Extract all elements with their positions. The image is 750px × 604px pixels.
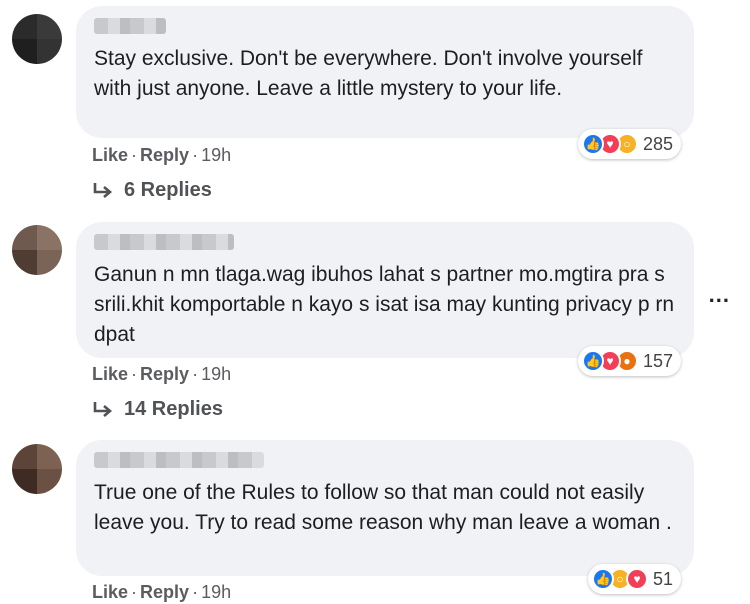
like-link[interactable]: Like — [92, 582, 128, 602]
comment-actions: Like · Reply · 19h — [92, 364, 232, 384]
reply-arrow-icon — [93, 182, 113, 198]
reactions-summary[interactable]: 👍 ♥ ○ 285 — [578, 129, 682, 159]
timestamp[interactable]: 19h — [201, 145, 231, 165]
more-options-icon[interactable]: ... — [709, 282, 730, 308]
avatar[interactable] — [12, 14, 62, 64]
reply-arrow-icon — [93, 401, 113, 417]
reaction-count: 157 — [643, 350, 674, 371]
like-icon: 👍 — [582, 133, 604, 155]
like-link[interactable]: Like — [92, 364, 128, 384]
reply-link[interactable]: Reply — [140, 582, 189, 602]
author-name-blurred[interactable] — [94, 234, 234, 250]
reply-link[interactable]: Reply — [140, 145, 189, 165]
author-name-blurred[interactable] — [94, 18, 166, 34]
comment-bubble: Stay exclusive. Don't be everywhere. Don… — [76, 6, 694, 138]
reactions-summary[interactable]: 👍 ♥ ● 157 — [578, 346, 682, 376]
love-icon: ♥ — [626, 568, 648, 590]
comment-actions: Like · Reply · 19h — [92, 145, 232, 165]
avatar[interactable] — [12, 225, 62, 275]
reply-link[interactable]: Reply — [140, 364, 189, 384]
like-icon: 👍 — [592, 568, 614, 590]
timestamp[interactable]: 19h — [201, 582, 231, 602]
replies-label: 6 Replies — [124, 179, 212, 201]
replies-label: 14 Replies — [124, 398, 223, 420]
comment-text: Stay exclusive. Don't be everywhere. Don… — [94, 47, 643, 100]
comment-actions: Like · Reply · 19h — [92, 582, 232, 602]
like-icon: 👍 — [582, 350, 604, 372]
view-replies-button[interactable]: 14 Replies — [92, 398, 223, 421]
comment-bubble: Ganun n mn tlaga.wag ibuhos lahat s part… — [76, 222, 694, 358]
comment-text: Ganun n mn tlaga.wag ibuhos lahat s part… — [94, 263, 675, 346]
like-link[interactable]: Like — [92, 145, 128, 165]
reaction-count: 285 — [643, 133, 674, 154]
comment-bubble: True one of the Rules to follow so that … — [76, 440, 694, 576]
timestamp[interactable]: 19h — [201, 364, 231, 384]
reaction-count: 51 — [653, 568, 674, 589]
avatar[interactable] — [12, 444, 62, 494]
comment-text: True one of the Rules to follow so that … — [94, 481, 672, 534]
view-replies-button[interactable]: 6 Replies — [92, 179, 212, 202]
reactions-summary[interactable]: 👍 ○ ♥ 51 — [588, 564, 682, 594]
author-name-blurred[interactable] — [94, 452, 264, 468]
